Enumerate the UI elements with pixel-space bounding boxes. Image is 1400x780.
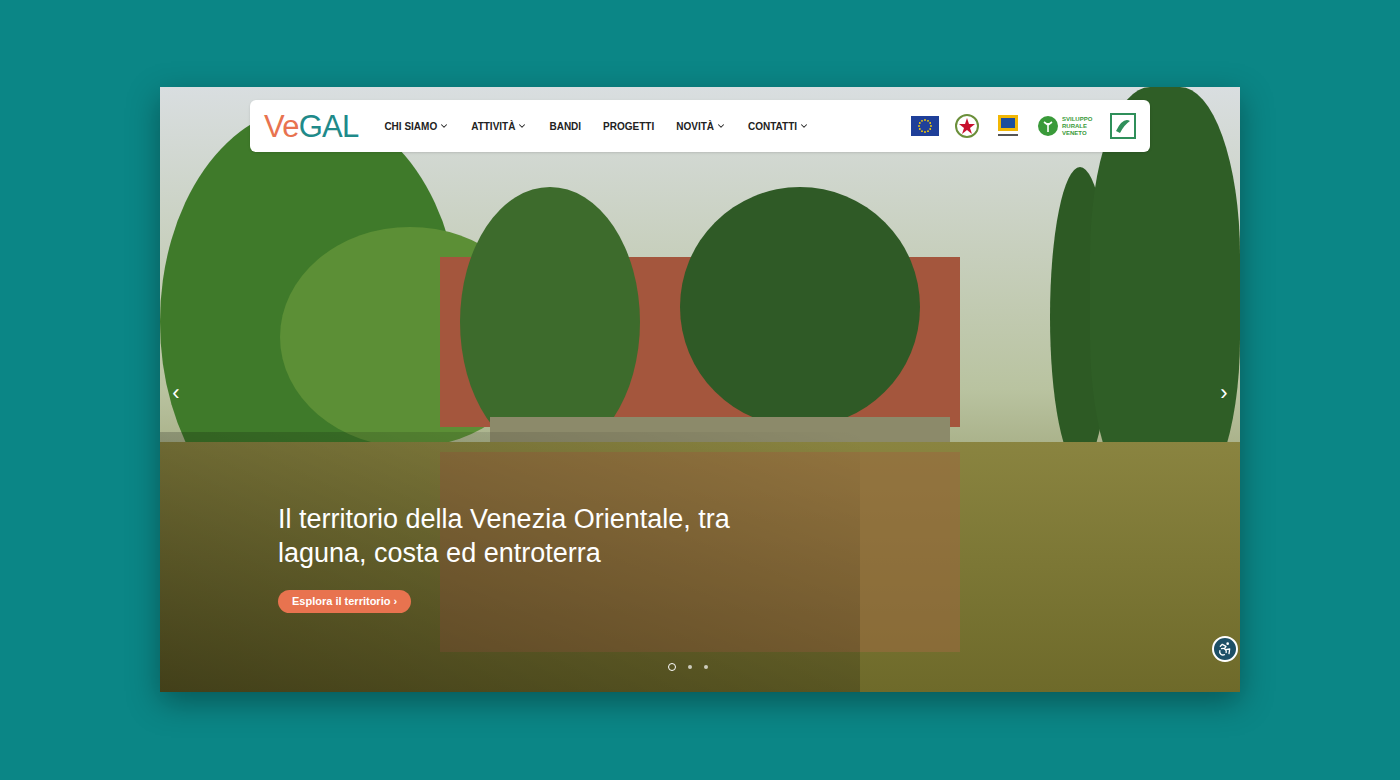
menu-item[interactable]: NOVITÀ	[676, 119, 726, 134]
chevron-down-icon	[799, 121, 809, 131]
slide-dots	[668, 663, 708, 671]
slide-dot[interactable]	[704, 665, 708, 669]
veneto-region-icon	[995, 113, 1021, 139]
partner-logos: SVILUPPO RURALE VENETO	[911, 113, 1136, 139]
menu-item[interactable]: BANDI	[549, 119, 581, 134]
explore-button[interactable]: Esplora il territorio ›	[278, 590, 411, 613]
slide-dot[interactable]	[688, 665, 692, 669]
main-menu: CHI SIAMO ATTIVITÀ BANDI PROGETTI NOVITÀ CONT…	[384, 119, 809, 134]
rural-development-label: SVILUPPO RURALE VENETO	[1062, 116, 1094, 137]
italy-emblem-icon	[955, 113, 979, 139]
accessibility-button[interactable]	[1212, 636, 1238, 662]
accessibility-icon	[1217, 641, 1233, 657]
eu-flag-icon	[911, 116, 939, 136]
hero-title: Il territorio della Venezia Orientale, t…	[278, 502, 818, 570]
page: VeGAL CHI SIAMO ATTIVITÀ BANDI PROGETTI NOVIT…	[0, 0, 1400, 780]
menu-item[interactable]: ATTIVITÀ	[471, 119, 527, 134]
navbar: VeGAL CHI SIAMO ATTIVITÀ BANDI PROGETTI NOVIT…	[250, 100, 1150, 152]
chevron-down-icon	[517, 121, 527, 131]
slide-dot[interactable]	[668, 663, 676, 671]
chevron-down-icon	[716, 121, 726, 131]
next-slide-button[interactable]: ›	[1214, 379, 1234, 407]
chevron-down-icon	[439, 121, 449, 131]
rural-development-icon	[1037, 115, 1059, 137]
hero-caption: Il territorio della Venezia Orientale, t…	[278, 502, 818, 613]
website-frame: VeGAL CHI SIAMO ATTIVITÀ BANDI PROGETTI NOVIT…	[160, 87, 1240, 692]
menu-item[interactable]: CONTATTI	[748, 119, 809, 134]
logo[interactable]: VeGAL	[264, 111, 358, 142]
menu-item[interactable]: CHI SIAMO	[384, 119, 449, 134]
menu-item[interactable]: PROGETTI	[603, 119, 654, 134]
leader-logo-icon	[1110, 113, 1136, 139]
prev-slide-button[interactable]: ‹	[166, 379, 186, 407]
